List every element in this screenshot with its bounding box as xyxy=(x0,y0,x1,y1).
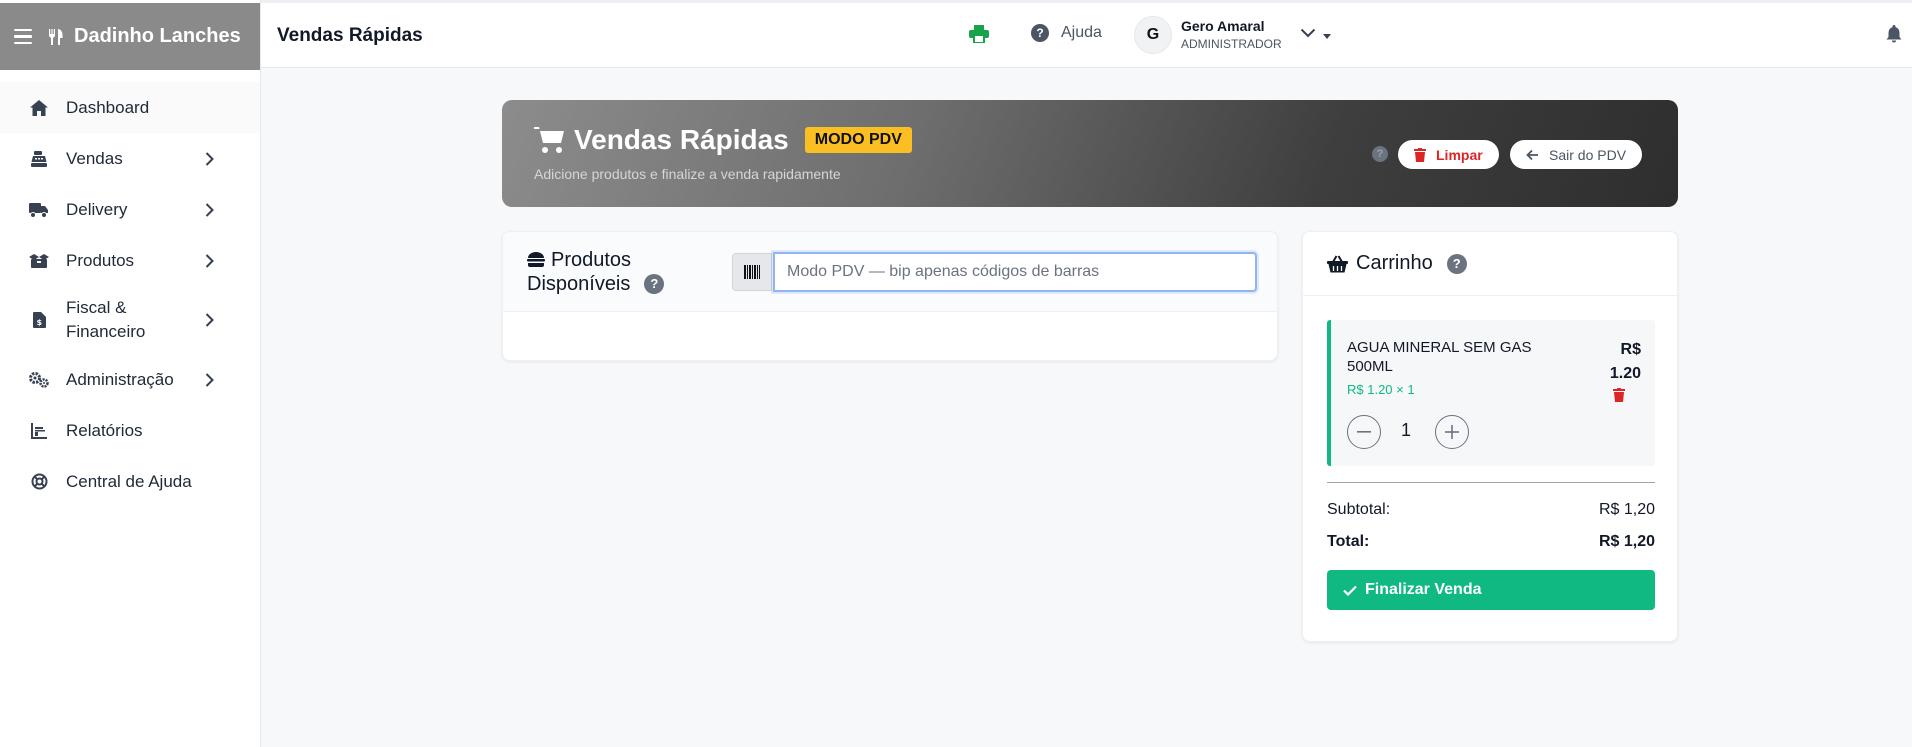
finalize-sale-button[interactable]: Finalizar Venda xyxy=(1327,570,1655,610)
sidebar-item-administracao[interactable]: Administração xyxy=(0,354,260,405)
cart-item-quantity: 1 xyxy=(1401,420,1412,440)
total-row: Total: R$ 1,20 xyxy=(1327,533,1655,551)
sidebar-item-produtos[interactable]: Produtos xyxy=(0,235,260,286)
hamburger-food-icon xyxy=(527,252,545,267)
sidebar-nav: Dashboard Vendas Delivery Produtos $ Fis… xyxy=(0,82,260,507)
help-label: Ajuda xyxy=(1061,24,1102,41)
bell-icon[interactable] xyxy=(1886,25,1902,43)
invoice-icon: $ xyxy=(28,309,50,331)
user-role: ADMINISTRADOR xyxy=(1181,37,1282,51)
cart-item-price-value: 1.20 xyxy=(1609,365,1641,382)
trash-icon[interactable] xyxy=(1613,388,1625,402)
chevron-right-icon xyxy=(205,202,214,217)
avatar[interactable]: G xyxy=(1134,16,1172,54)
cart-item: AGUA MINERAL SEM GAS 500ML R$ 1.20 × 1 R… xyxy=(1327,320,1655,466)
chevron-right-icon xyxy=(205,372,214,387)
hero-title-row: Vendas Rápidas MODO PDV xyxy=(534,124,912,156)
utensils-icon xyxy=(49,28,63,45)
sidebar-item-vendas[interactable]: Vendas xyxy=(0,133,260,184)
total-value: R$ 1,20 xyxy=(1598,533,1655,550)
hamburger-menu-icon[interactable] xyxy=(14,28,32,45)
dropdown-caret-icon[interactable] xyxy=(1323,34,1331,39)
topbar: Vendas Rápidas ? Ajuda G Gero Amaral ADM… xyxy=(261,0,1912,68)
total-label: Total: xyxy=(1327,533,1370,550)
help-link[interactable]: ? Ajuda xyxy=(1031,24,1102,42)
finalize-sale-label: Finalizar Venda xyxy=(1365,581,1482,598)
lifebuoy-icon xyxy=(28,471,50,493)
products-title-line1: Produtos xyxy=(551,249,632,271)
decrease-quantity-button[interactable] xyxy=(1347,415,1381,449)
user-name: Gero Amaral xyxy=(1181,18,1265,34)
plus-icon xyxy=(1445,425,1459,439)
sidebar-item-label: Dashboard xyxy=(66,97,150,117)
sidebar-item-fiscal-financeiro[interactable]: $ Fiscal & Financeiro xyxy=(0,286,260,354)
clear-button[interactable]: Limpar xyxy=(1398,140,1499,169)
sidebar-item-label: Produtos xyxy=(66,250,135,270)
brand-name[interactable]: Dadinho Lanches xyxy=(74,25,241,48)
barcode-search-input[interactable] xyxy=(773,252,1257,292)
minus-icon xyxy=(1357,431,1371,433)
cart-item-name: AGUA MINERAL SEM GAS 500ML xyxy=(1347,339,1532,375)
brand-bar: Dadinho Lanches xyxy=(0,3,260,70)
gears-icon xyxy=(28,369,50,391)
clear-button-label: Limpar xyxy=(1436,146,1483,163)
sidebar-item-label: Fiscal & Financeiro xyxy=(66,298,146,341)
question-circle-icon[interactable]: ? xyxy=(644,274,665,294)
home-icon xyxy=(28,97,50,119)
boxes-icon xyxy=(28,250,50,272)
products-card-header: Produtos Disponíveis ? xyxy=(503,232,1277,312)
cash-register-icon xyxy=(28,148,50,170)
hero-subtitle: Adicione produtos e finalize a venda rap… xyxy=(534,166,841,182)
hero-banner: Vendas Rápidas MODO PDV Adicione produto… xyxy=(502,100,1678,207)
chevron-down-icon[interactable] xyxy=(1300,28,1316,38)
question-circle-icon[interactable]: ? xyxy=(1372,146,1388,162)
exit-pdv-label: Sair do PDV xyxy=(1549,146,1627,163)
sidebar-item-delivery[interactable]: Delivery xyxy=(0,184,260,235)
sidebar-item-dashboard[interactable]: Dashboard xyxy=(0,82,260,133)
bar-chart-icon xyxy=(28,420,50,442)
products-title: Produtos Disponíveis ? xyxy=(527,248,665,296)
user-info[interactable]: Gero Amaral ADMINISTRADOR xyxy=(1181,18,1282,51)
sidebar-item-label: Central de Ajuda xyxy=(66,471,192,491)
barcode-button[interactable] xyxy=(732,253,772,291)
check-icon xyxy=(1343,585,1357,596)
subtotal-value: R$ 1,20 xyxy=(1598,501,1655,518)
products-card: Produtos Disponíveis ? xyxy=(502,231,1278,361)
subtotal-label: Subtotal: xyxy=(1327,501,1391,518)
print-icon[interactable] xyxy=(969,25,989,43)
trash-icon xyxy=(1414,147,1426,162)
hero-title: Vendas Rápidas xyxy=(574,124,789,155)
shopping-basket-icon xyxy=(1327,254,1348,272)
cart-divider xyxy=(1327,482,1655,483)
cart-card: Carrinho ? AGUA MINERAL SEM GAS 500ML R$… xyxy=(1302,231,1678,642)
chevron-right-icon xyxy=(205,151,214,166)
increase-quantity-button[interactable] xyxy=(1435,415,1469,449)
shopping-cart-icon xyxy=(534,127,564,153)
sidebar-item-label: Administração xyxy=(66,369,174,389)
cart-item-total: R$ 1.20 xyxy=(1591,338,1641,386)
sidebar-item-label: Relatórios xyxy=(66,420,143,440)
subtotal-row: Subtotal: R$ 1,20 xyxy=(1327,501,1655,519)
page-title: Vendas Rápidas xyxy=(277,25,423,46)
sidebar-item-central-ajuda[interactable]: Central de Ajuda xyxy=(0,456,260,507)
chevron-right-icon xyxy=(205,313,214,327)
cart-item-currency: R$ xyxy=(1620,341,1641,358)
sidebar-item-label: Delivery xyxy=(66,199,128,219)
question-circle-icon[interactable]: ? xyxy=(1446,253,1467,274)
cart-title: Carrinho xyxy=(1356,252,1433,274)
barcode-icon xyxy=(744,265,760,279)
question-circle-icon: ? xyxy=(1031,24,1049,42)
cart-item-unit-price: R$ 1.20 × 1 xyxy=(1347,382,1415,397)
cart-header: Carrinho ? xyxy=(1303,232,1677,296)
truck-icon xyxy=(28,199,50,221)
sidebar-item-label: Vendas xyxy=(66,148,123,168)
exit-pdv-button[interactable]: Sair do PDV xyxy=(1510,140,1643,169)
sidebar-item-relatorios[interactable]: Relatórios xyxy=(0,405,260,456)
arrow-left-icon xyxy=(1526,149,1538,160)
chevron-right-icon xyxy=(205,253,214,268)
svg-text:$: $ xyxy=(36,318,42,327)
products-title-line2: Disponíveis xyxy=(527,273,631,295)
pdv-mode-badge: MODO PDV xyxy=(804,127,912,153)
sidebar: Dadinho Lanches Dashboard Vendas Deliver… xyxy=(0,0,261,747)
